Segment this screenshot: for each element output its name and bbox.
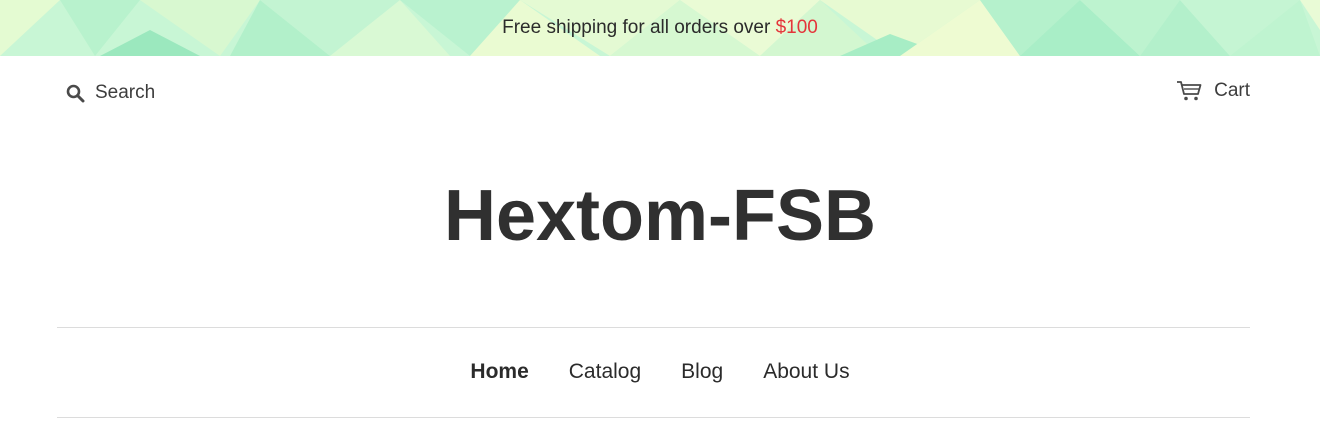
nav-item-home[interactable]: Home <box>470 358 528 386</box>
announcement-message: Free shipping for all orders over $100 <box>0 17 1320 39</box>
site-header: Search Cart <box>0 56 1320 130</box>
cart-label: Cart <box>1214 80 1250 101</box>
cart-link[interactable]: Cart <box>1176 80 1250 102</box>
nav-bottom-divider <box>57 417 1250 418</box>
search-link[interactable]: Search <box>66 82 155 104</box>
main-navigation: Home Catalog Blog About Us <box>0 358 1320 386</box>
cart-icon <box>1177 81 1202 101</box>
announcement-text: Free shipping for all orders over <box>502 17 776 38</box>
nav-item-blog[interactable]: Blog <box>681 358 723 386</box>
nav-item-about-us[interactable]: About Us <box>763 358 849 386</box>
site-logo[interactable]: Hextom-FSB <box>0 176 1320 256</box>
nav-item-catalog[interactable]: Catalog <box>569 358 641 386</box>
announcement-amount: $100 <box>775 17 818 38</box>
search-label: Search <box>95 82 156 103</box>
announcement-bar: Free shipping for all orders over $100 <box>0 0 1320 56</box>
search-icon <box>66 84 85 102</box>
nav-top-divider <box>57 327 1250 328</box>
